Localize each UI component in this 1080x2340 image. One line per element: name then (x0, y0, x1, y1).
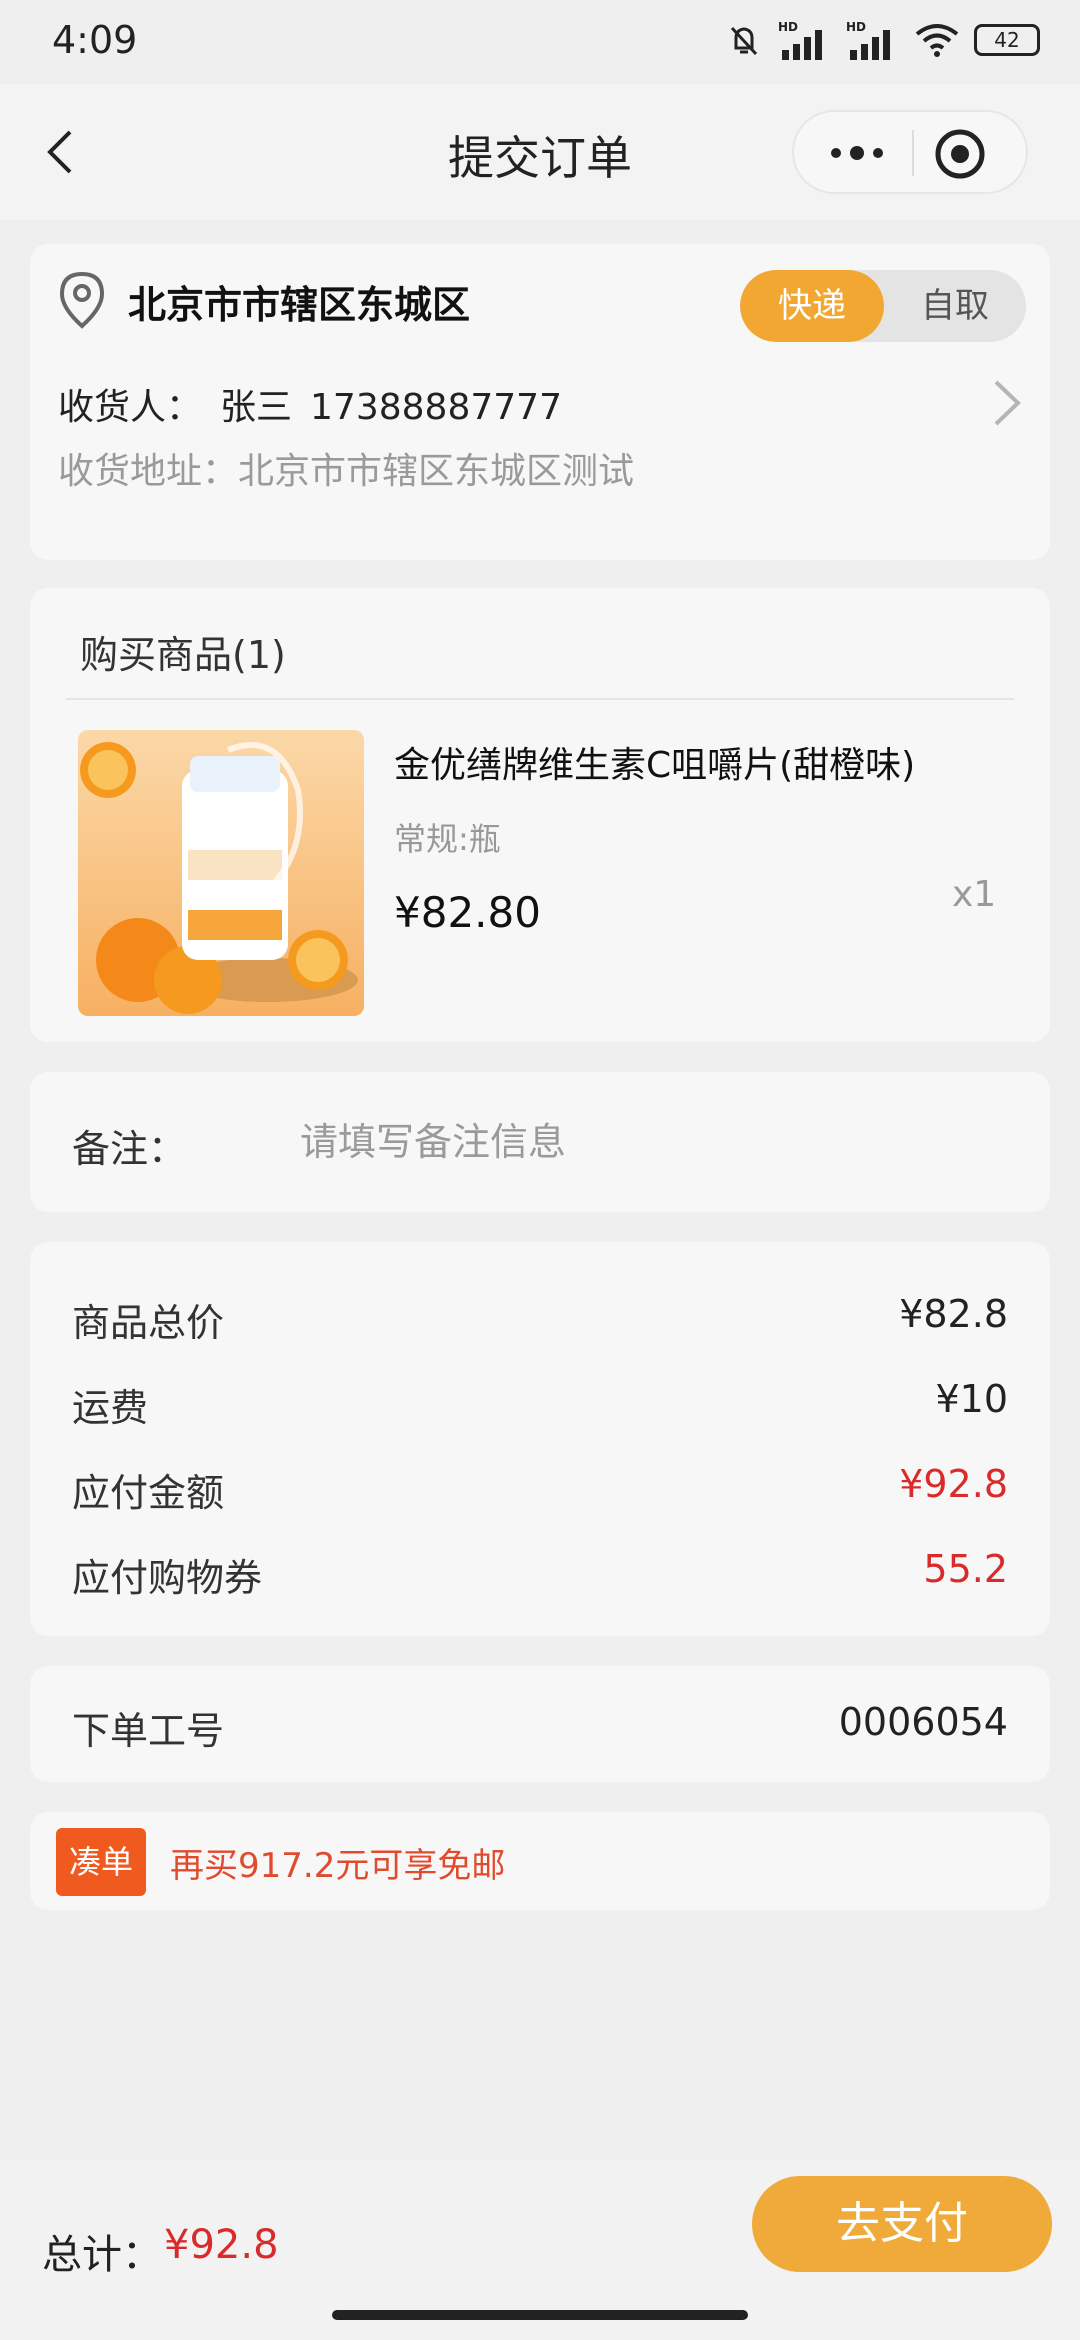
price-row-shipping: 运费 ¥10 (72, 1377, 1008, 1437)
receiver-label: 收货人： (58, 387, 203, 428)
worker-id-value: 0006054 (838, 1700, 1008, 1744)
price-value: ¥10 (935, 1377, 1008, 1421)
free-shipping-tip[interactable]: 凑单 再买917.2元可享免邮 (30, 1812, 1050, 1910)
total-value: ¥92.8 (164, 2222, 279, 2268)
price-label: 应付金额 (72, 1471, 225, 1515)
miniprogram-capsule (792, 110, 1028, 194)
battery-level: 42 (994, 28, 1020, 52)
total-label: 总计： (42, 2232, 162, 2278)
status-time: 4:09 (52, 18, 138, 62)
goods-card: 购买商品(1) 金优缮牌维生素C咀嚼片(甜橙味) 常规:瓶 ¥82.80 x1 (30, 588, 1050, 1042)
wifi-icon (915, 24, 959, 57)
receiver-phone: 17388887777 (310, 387, 562, 428)
chevron-right-icon (994, 380, 1021, 426)
add-on-badge[interactable]: 凑单 (56, 1828, 146, 1896)
price-row-payable: 应付金额 ¥92.8 (72, 1462, 1008, 1522)
address-arrow[interactable] (988, 374, 1026, 432)
address-card[interactable]: 北京市市辖区东城区 快递 自取 收货人： 张三 17388887777 收货地址：北… (30, 244, 1050, 560)
delivery-option-express[interactable]: 快递 (740, 270, 884, 342)
price-value: ¥82.8 (899, 1292, 1008, 1336)
product-spec: 常规:瓶 (394, 820, 501, 858)
product-image[interactable] (78, 730, 364, 1016)
close-miniprogram-button[interactable] (930, 124, 990, 184)
nav-bar: 提交订单 (0, 84, 1080, 220)
checkout-bar: 总计： ¥92.8 去支付 (0, 2160, 1080, 2340)
more-icon (831, 146, 883, 160)
product-quantity: x1 (952, 874, 997, 915)
divider (66, 698, 1014, 700)
product-name: 金优缮牌维生素C咀嚼片(甜橙味) (394, 745, 916, 786)
price-row-voucher: 应付购物券 55.2 (72, 1547, 1008, 1607)
battery-icon: 42 (974, 24, 1040, 56)
remark-label: 备注： (72, 1127, 187, 1171)
capsule-divider (912, 130, 914, 176)
price-label: 商品总价 (72, 1301, 225, 1345)
goods-header: 购买商品(1) (80, 633, 286, 677)
more-button[interactable] (822, 130, 892, 176)
price-summary-card: 商品总价 ¥82.8 运费 ¥10 应付金额 ¥92.8 应付购物券 55.2 (30, 1242, 1050, 1636)
price-row-goods-total: 商品总价 ¥82.8 (72, 1292, 1008, 1352)
worker-id-card: 下单工号 0006054 (30, 1666, 1050, 1782)
product-price: ¥82.80 (394, 888, 541, 937)
price-value: 55.2 (923, 1547, 1008, 1591)
receiver-name: 张三 (220, 387, 293, 428)
delivery-toggle: 快递 自取 (740, 270, 1026, 342)
remark-input[interactable] (300, 1104, 1000, 1180)
price-value: ¥92.8 (899, 1462, 1008, 1506)
price-label: 应付购物券 (72, 1556, 263, 1600)
home-indicator[interactable] (332, 2310, 748, 2320)
price-label: 运费 (72, 1386, 149, 1430)
remark-card: 备注： (30, 1072, 1050, 1212)
signal-1-icon: HD (778, 20, 832, 60)
pay-button[interactable]: 去支付 (752, 2176, 1052, 2272)
status-bar: 4:09 HD HD 42 (0, 0, 1080, 84)
mute-bell-icon (730, 26, 758, 56)
receive-address: 收货地址：北京市市辖区东城区测试 (58, 451, 635, 492)
receiver-info: 收货人： 张三 17388887777 (58, 378, 562, 430)
free-shipping-text: 再买917.2元可享免邮 (170, 1846, 506, 1886)
signal-2-icon: HD (846, 20, 900, 60)
location-pin-icon (56, 270, 108, 330)
worker-id-label: 下单工号 (72, 1709, 225, 1753)
delivery-option-pickup[interactable]: 自取 (884, 270, 1026, 342)
status-icons: HD HD 42 (724, 20, 1040, 60)
address-region: 北京市市辖区东城区 (128, 283, 471, 327)
target-icon (935, 129, 985, 179)
